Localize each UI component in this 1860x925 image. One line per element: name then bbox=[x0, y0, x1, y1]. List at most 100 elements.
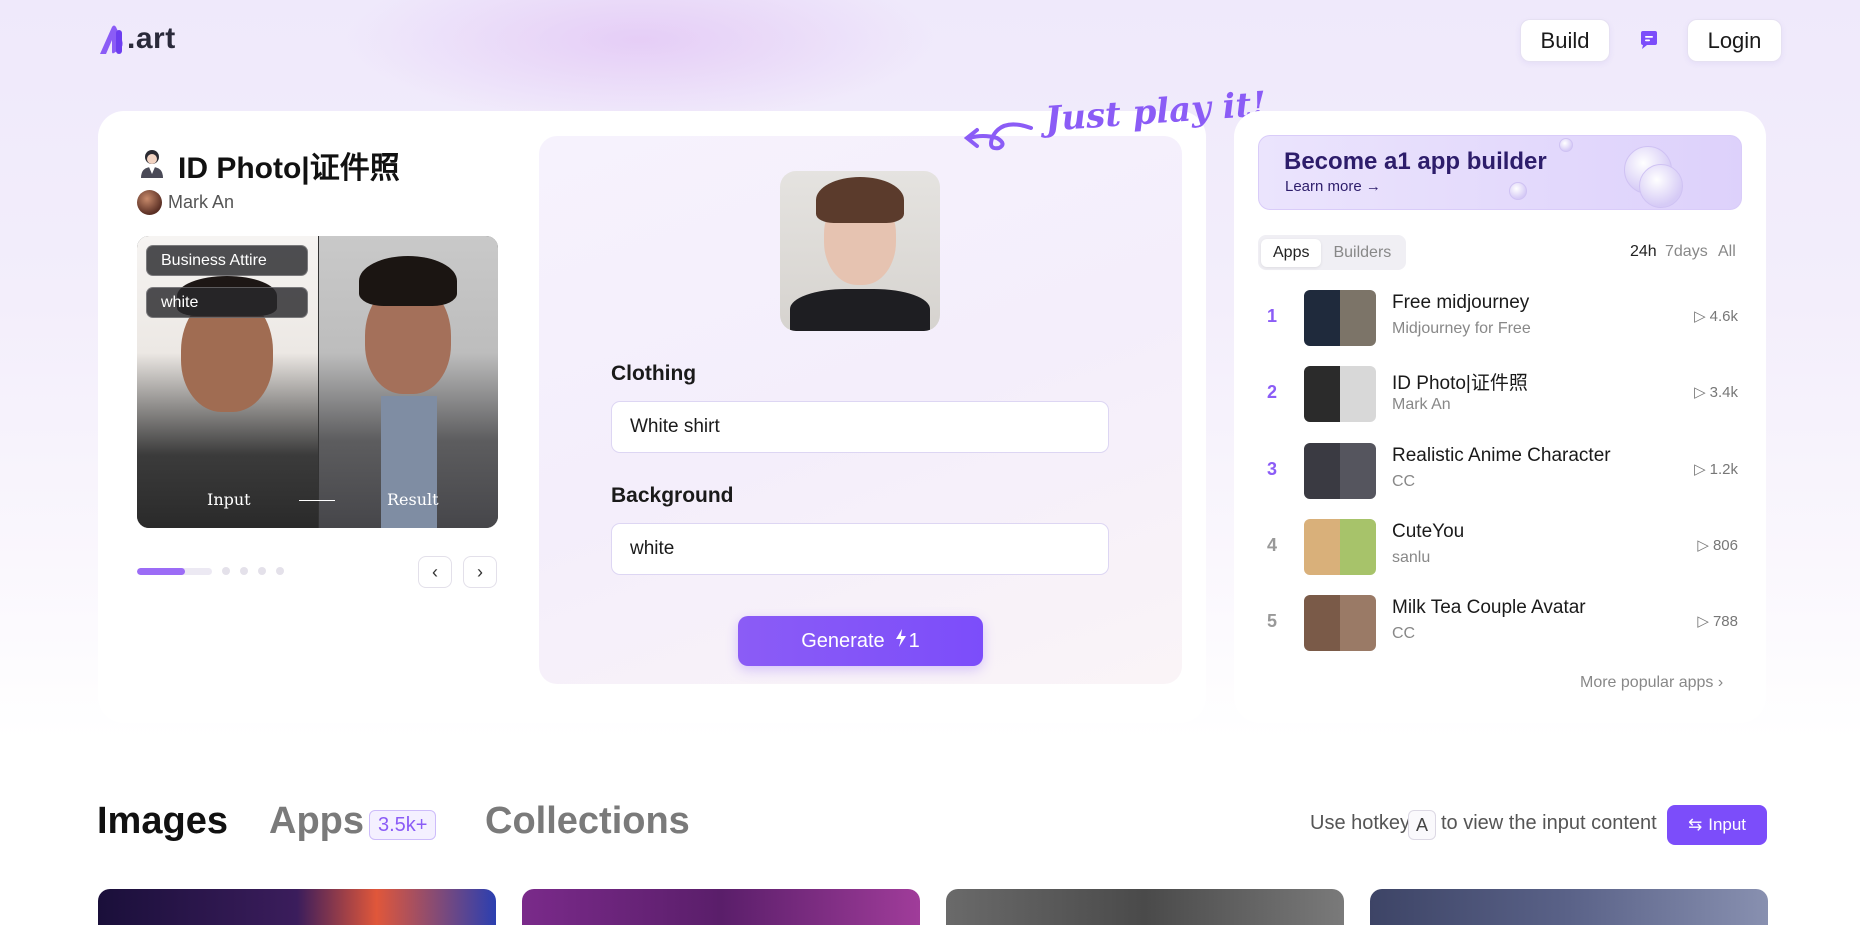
app-thumbnail bbox=[1304, 290, 1376, 346]
curved-arrow-icon bbox=[963, 118, 1033, 163]
result-label: Result bbox=[387, 490, 439, 509]
hotkey-key: A bbox=[1408, 810, 1436, 840]
person-icon bbox=[138, 148, 166, 183]
app-subtitle: sanlu bbox=[1392, 549, 1431, 566]
input-toggle-button[interactable]: ⇆ Input bbox=[1667, 805, 1767, 845]
run-count: ▷ 4.6k bbox=[1694, 307, 1738, 326]
clothing-chip: Business Attire bbox=[146, 245, 308, 276]
popular-app-row[interactable]: 2 ID Photo|证件照 Mark An ▷ 3.4k bbox=[1258, 366, 1742, 424]
banner-link[interactable]: Learn more → bbox=[1285, 178, 1381, 195]
play-icon: ▷ bbox=[1697, 537, 1709, 554]
rank-number: 5 bbox=[1267, 611, 1278, 631]
gallery-image[interactable] bbox=[98, 889, 496, 925]
apps-builders-toggle: Apps Builders bbox=[1258, 235, 1407, 270]
popular-app-row[interactable]: 4 CuteYou sanlu ▷ 806 bbox=[1258, 519, 1742, 577]
play-icon: ▷ bbox=[1694, 308, 1706, 325]
carousel-progress bbox=[137, 567, 212, 575]
popular-app-row[interactable]: 1 Free midjourney Midjourney for Free ▷ 4… bbox=[1258, 290, 1742, 348]
logo-mark-icon bbox=[98, 24, 126, 56]
clothing-label: Clothing bbox=[611, 362, 697, 385]
builder-banner[interactable]: Become a1 app builder Learn more → bbox=[1258, 135, 1742, 210]
rank-number: 1 bbox=[1267, 306, 1278, 326]
rank-number: 4 bbox=[1267, 535, 1278, 555]
app-subtitle: Mark An bbox=[1392, 396, 1451, 413]
app-subtitle: CC bbox=[1392, 473, 1416, 490]
clothing-input[interactable]: White shirt bbox=[611, 401, 1109, 453]
carousel-dot[interactable] bbox=[240, 567, 248, 575]
generate-label: Generate bbox=[801, 629, 885, 652]
popular-app-row[interactable]: 3 Realistic Anime Character CC ▷ 1.2k bbox=[1258, 443, 1742, 501]
app-thumbnail bbox=[1304, 443, 1376, 499]
author-avatar bbox=[137, 190, 162, 215]
rank-number: 2 bbox=[1267, 382, 1278, 402]
more-popular-apps-label: More popular apps bbox=[1580, 674, 1714, 691]
chevron-left-icon: ‹ bbox=[432, 561, 438, 582]
coin-icon bbox=[1559, 138, 1573, 152]
tab-collections[interactable]: Collections bbox=[485, 800, 690, 843]
chevron-right-icon: › bbox=[1717, 674, 1724, 691]
prev-button[interactable]: ‹ bbox=[418, 556, 452, 588]
input-image[interactable] bbox=[780, 171, 940, 331]
run-count: ▷ 3.4k bbox=[1694, 383, 1738, 402]
chat-icon[interactable] bbox=[1637, 28, 1661, 52]
rank-number: 3 bbox=[1267, 459, 1278, 479]
app-name: ID Photo|证件照 bbox=[1392, 373, 1528, 394]
apps-count-badge: 3.5k+ bbox=[369, 810, 437, 840]
play-icon: ▷ bbox=[1694, 384, 1706, 401]
run-count: ▷ 1.2k bbox=[1694, 460, 1738, 479]
background-chip: white bbox=[146, 287, 308, 318]
run-count: ▷ 806 bbox=[1697, 536, 1738, 555]
carousel-dot[interactable] bbox=[276, 567, 284, 575]
app-subtitle: Midjourney for Free bbox=[1392, 320, 1531, 337]
run-count-value: 788 bbox=[1712, 612, 1738, 630]
coin-icon bbox=[1639, 164, 1683, 208]
hotkey-hint-after: to view the input content bbox=[1441, 812, 1657, 834]
example-preview[interactable]: Business Attire white Input Result bbox=[137, 236, 498, 528]
tab-apps[interactable]: Apps bbox=[269, 800, 364, 843]
app-name: Milk Tea Couple Avatar bbox=[1392, 597, 1586, 618]
lightning-icon bbox=[895, 629, 907, 653]
tab-apps[interactable]: Apps bbox=[1261, 238, 1322, 267]
site-logo[interactable]: .art bbox=[98, 18, 176, 56]
play-icon: ▷ bbox=[1697, 613, 1709, 630]
range-24h[interactable]: 24h bbox=[1630, 243, 1657, 261]
gallery-image[interactable] bbox=[946, 889, 1344, 925]
more-popular-apps-link[interactable]: More popular apps › bbox=[1580, 674, 1723, 692]
range-7days[interactable]: 7days bbox=[1665, 243, 1708, 261]
run-count: ▷ 788 bbox=[1697, 612, 1738, 631]
result-photo bbox=[319, 236, 498, 528]
gallery-image[interactable] bbox=[1370, 889, 1768, 925]
arrow-right-icon bbox=[299, 500, 335, 501]
tab-images[interactable]: Images bbox=[97, 800, 228, 843]
swap-icon: ⇆ bbox=[1687, 815, 1703, 834]
app-name: Free midjourney bbox=[1392, 292, 1530, 313]
background-input[interactable]: white bbox=[611, 523, 1109, 575]
generate-button[interactable]: Generate 1 bbox=[738, 616, 983, 666]
hotkey-hint-before: Use hotkey bbox=[1310, 812, 1411, 834]
gallery-image[interactable] bbox=[522, 889, 920, 925]
login-button[interactable]: Login bbox=[1687, 19, 1782, 62]
carousel-dot[interactable] bbox=[222, 567, 230, 575]
input-photo bbox=[137, 236, 318, 528]
app-title: ID Photo|证件照 bbox=[138, 143, 400, 187]
generate-cost-value: 1 bbox=[908, 629, 920, 652]
run-count-value: 4.6k bbox=[1709, 307, 1738, 325]
popular-app-row[interactable]: 5 Milk Tea Couple Avatar CC ▷ 788 bbox=[1258, 595, 1742, 653]
carousel-indicator bbox=[137, 567, 284, 575]
app-name: Realistic Anime Character bbox=[1392, 445, 1611, 466]
background-label: Background bbox=[611, 484, 734, 507]
next-button[interactable]: › bbox=[463, 556, 497, 588]
run-count-value: 806 bbox=[1712, 536, 1738, 554]
range-all[interactable]: All bbox=[1718, 243, 1736, 261]
app-author[interactable]: Mark An bbox=[137, 190, 234, 215]
chevron-right-icon: › bbox=[477, 561, 483, 582]
generate-cost: 1 bbox=[895, 629, 920, 653]
input-toggle-label: Input bbox=[1708, 815, 1747, 834]
app-subtitle: CC bbox=[1392, 625, 1416, 642]
tab-builders[interactable]: Builders bbox=[1321, 239, 1403, 267]
banner-title: Become a1 app builder bbox=[1284, 148, 1547, 175]
carousel-dot[interactable] bbox=[258, 567, 266, 575]
app-title-text: ID Photo|证件照 bbox=[178, 152, 400, 185]
app-thumbnail bbox=[1304, 366, 1376, 422]
build-button[interactable]: Build bbox=[1520, 19, 1610, 62]
